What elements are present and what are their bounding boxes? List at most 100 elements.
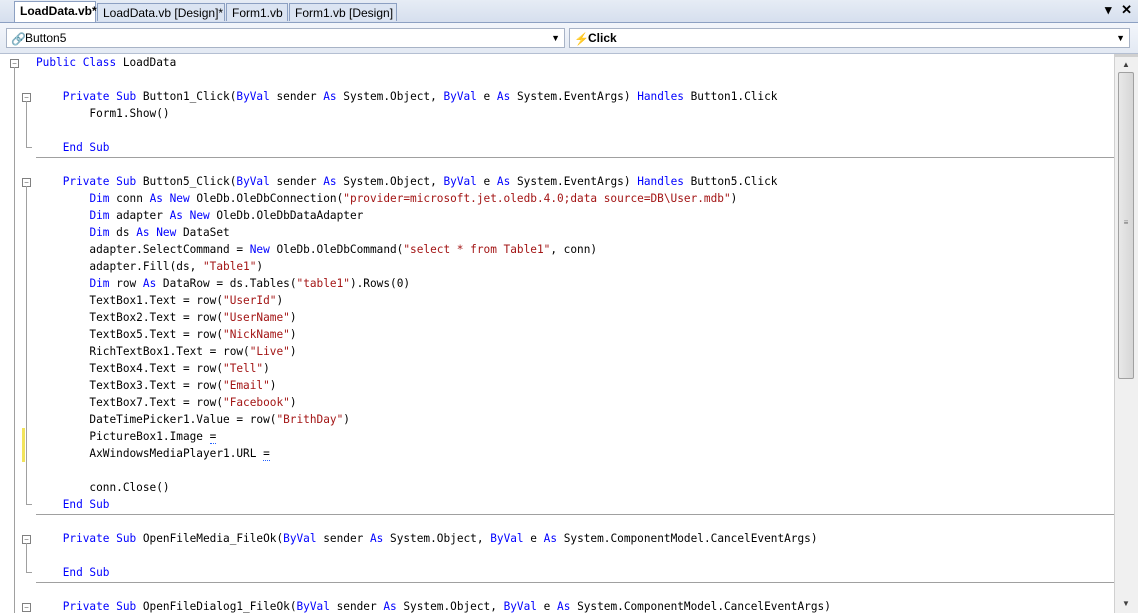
code-line[interactable]: Dim row As DataRow = ds.Tables("table1")… [36,275,831,292]
code-line[interactable]: adapter.Fill(ds, "Table1") [36,258,831,275]
code-line[interactable]: Private Sub Button1_Click(ByVal sender A… [36,88,831,105]
keyword-token: As [557,600,571,613]
code-line[interactable] [36,122,831,139]
code-line[interactable] [36,547,831,564]
keyword-token: New [249,243,270,256]
code-token: ) [256,260,264,273]
code-token: TextBox7.Text = row( [36,396,224,409]
code-line[interactable] [36,71,831,88]
active-files-dropdown-icon[interactable]: ▾ [1105,2,1112,17]
code-token: sender [269,175,324,188]
outline-end [26,147,32,148]
chevron-down-icon[interactable]: ▼ [551,29,560,47]
keyword-token: As [543,532,558,545]
code-token: conn [109,192,150,205]
code-token: DateTimePicker1.Value = row( [36,413,277,426]
outline-guide [26,186,27,505]
tab-label: LoadData.vb* [20,4,97,18]
scroll-down-icon[interactable]: ▼ [1119,597,1133,611]
keyword-token: As [323,175,337,188]
method-name-combo[interactable]: ⚡ Click ▼ [569,28,1130,48]
close-document-icon[interactable]: ✕ [1121,2,1132,17]
code-token: System.Object, [336,90,444,103]
keyword-token: End Sub [62,566,110,579]
code-line[interactable]: TextBox5.Text = row("NickName") [36,326,831,343]
method-separator [36,514,1114,515]
code-token: System.ComponentModel.CancelEventArgs) [570,600,831,613]
keyword-token: Private Sub [62,90,143,103]
code-token: RichTextBox1.Text = row( [36,345,250,358]
keyword-token: Handles [637,175,684,188]
string-token: "NickName" [223,328,290,341]
code-token: e [476,175,497,188]
code-token: ) [730,192,738,205]
code-line[interactable]: TextBox2.Text = row("UserName") [36,309,831,326]
code-line[interactable]: Private Sub OpenFileMedia_FileOk(ByVal s… [36,530,831,547]
keyword-token: Public Class [36,56,123,69]
code-line[interactable]: End Sub [36,139,831,156]
code-line[interactable]: Public Class LoadData [36,54,831,71]
code-text[interactable]: Public Class LoadData Private Sub Button… [36,54,831,613]
code-token: ).Rows(0) [349,277,411,290]
keyword-token: End Sub [62,141,110,154]
code-line[interactable]: PictureBox1.Image = [36,428,831,445]
code-line[interactable]: Dim conn As New OleDb.OleDbConnection("p… [36,190,831,207]
code-line[interactable]: Form1.Show() [36,105,831,122]
code-line[interactable]: Private Sub Button5_Click(ByVal sender A… [36,173,831,190]
tab-label: Form1.vb [Design] [295,6,394,20]
tab-loaddata-design[interactable]: LoadData.vb [Design]* [97,3,225,21]
code-line[interactable]: AxWindowsMediaPlayer1.URL = [36,445,831,462]
outline-end [26,504,32,505]
outline-guide [26,543,27,573]
splitter-handle[interactable] [1115,54,1138,57]
code-line[interactable] [36,581,831,598]
code-line[interactable]: TextBox4.Text = row("Tell") [36,360,831,377]
code-token: adapter [109,209,170,222]
code-token: ) [289,311,297,324]
keyword-token: As [142,277,157,290]
code-token: AxWindowsMediaPlayer1.URL [36,447,264,460]
keyword-token: As [383,600,397,613]
code-line[interactable]: DateTimePicker1.Value = row("BrithDay") [36,411,831,428]
code-line[interactable] [36,513,831,530]
code-token: TextBox4.Text = row( [36,362,224,375]
code-line[interactable]: adapter.SelectCommand = New OleDb.OleDbC… [36,241,831,258]
scroll-thumb[interactable]: ≡ [1118,72,1134,379]
tab-form1-vb[interactable]: Form1.vb [226,3,288,21]
code-token: Button1.Click [683,90,778,103]
scroll-up-icon[interactable]: ▲ [1119,58,1133,72]
code-line[interactable]: Private Sub OpenFileDialog1_FileOk(ByVal… [36,598,831,613]
changed-line-marker [22,428,25,462]
code-line[interactable]: conn.Close() [36,479,831,496]
class-name-combo[interactable]: 🔗 Button5 ▼ [6,28,565,48]
code-line[interactable] [36,462,831,479]
code-line[interactable]: RichTextBox1.Text = row("Live") [36,343,831,360]
chevron-down-icon[interactable]: ▼ [1116,29,1125,47]
code-line[interactable] [36,156,831,173]
code-token: System.Object, [336,175,444,188]
document-tab-strip: LoadData.vb* LoadData.vb [Design]* Form1… [0,0,1138,23]
tab-form1-design[interactable]: Form1.vb [Design] [289,3,397,21]
collapse-icon[interactable]: − [22,603,31,612]
code-editor[interactable]: Public Class LoadData Private Sub Button… [0,54,1114,613]
keyword-token: As New [149,192,190,205]
code-line[interactable]: TextBox1.Text = row("UserId") [36,292,831,309]
vertical-scrollbar[interactable]: ▲ ≡ ▼ [1114,54,1138,613]
code-line[interactable]: End Sub [36,564,831,581]
code-line[interactable]: Dim adapter As New OleDb.OleDbDataAdapte… [36,207,831,224]
tab-label: Form1.vb [232,6,283,20]
string-token: "table1" [296,277,350,290]
tab-loaddata-vb[interactable]: LoadData.vb* [14,1,97,22]
code-line[interactable]: TextBox3.Text = row("Email") [36,377,831,394]
code-line[interactable]: Dim ds As New DataSet [36,224,831,241]
lightning-event-icon: ⚡ [574,32,589,46]
code-line[interactable]: End Sub [36,496,831,513]
code-token: Button5.Click [683,175,778,188]
method-name-value: Click [588,31,617,45]
code-line[interactable]: TextBox7.Text = row("Facebook") [36,394,831,411]
code-token: System.Object, [396,600,504,613]
